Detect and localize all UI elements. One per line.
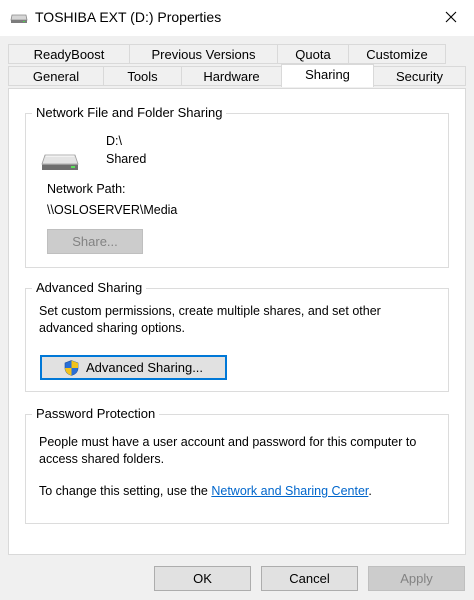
network-sharing-group: Network File and Folder Sharing D:\ Shar… <box>25 105 449 268</box>
network-sharing-center-link[interactable]: Network and Sharing Center <box>211 484 368 498</box>
share-status: Shared <box>106 152 147 166</box>
network-path-value: \\OSLOSERVER\Media <box>47 203 178 217</box>
apply-button[interactable]: Apply <box>368 566 465 591</box>
uac-shield-icon <box>64 360 79 382</box>
change-setting-prefix: To change this setting, use the <box>39 484 212 498</box>
change-setting-suffix: . <box>368 484 372 498</box>
network-path-label: Network Path: <box>47 182 126 196</box>
tab-readyboost[interactable]: ReadyBoost <box>8 44 130 64</box>
ok-button[interactable]: OK <box>154 566 251 591</box>
tab-strip: ReadyBoost Previous Versions Quota Custo… <box>8 44 466 88</box>
cancel-button[interactable]: Cancel <box>261 566 358 591</box>
advanced-sharing-button[interactable]: Advanced Sharing... <box>40 355 227 380</box>
drive-icon <box>10 12 28 24</box>
title-bar: TOSHIBA EXT (D:) Properties <box>0 0 474 36</box>
advanced-sharing-legend: Advanced Sharing <box>32 280 147 295</box>
tab-security[interactable]: Security <box>373 66 466 86</box>
password-protection-description-line2: access shared folders. <box>39 452 165 466</box>
window-title: TOSHIBA EXT (D:) Properties <box>35 9 222 25</box>
tab-previous-versions[interactable]: Previous Versions <box>129 44 278 64</box>
network-sharing-legend: Network File and Folder Sharing <box>32 105 227 120</box>
drive-name: D:\ <box>106 134 122 148</box>
share-button[interactable]: Share... <box>47 229 143 254</box>
tab-sharing[interactable]: Sharing <box>281 64 374 87</box>
tab-tools[interactable]: Tools <box>103 66 182 86</box>
drive-large-icon <box>40 151 80 176</box>
tab-general[interactable]: General <box>8 66 104 86</box>
password-protection-group: Password Protection People must have a u… <box>25 406 449 524</box>
tab-hardware[interactable]: Hardware <box>181 66 282 86</box>
tab-customize[interactable]: Customize <box>348 44 446 64</box>
close-icon <box>445 11 457 26</box>
sharing-panel: Network File and Folder Sharing D:\ Shar… <box>8 88 466 555</box>
password-protection-description-line1: People must have a user account and pass… <box>39 435 417 449</box>
advanced-sharing-group: Advanced Sharing Set custom permissions,… <box>25 280 449 392</box>
advanced-sharing-description-line2: advanced sharing options. <box>39 321 185 335</box>
advanced-sharing-button-label: Advanced Sharing... <box>85 360 204 375</box>
close-button[interactable] <box>428 0 474 36</box>
advanced-sharing-description-line1: Set custom permissions, create multiple … <box>39 304 381 318</box>
password-protection-legend: Password Protection <box>32 406 160 421</box>
tab-quota[interactable]: Quota <box>277 44 349 64</box>
change-setting-text: To change this setting, use the Network … <box>39 484 372 498</box>
